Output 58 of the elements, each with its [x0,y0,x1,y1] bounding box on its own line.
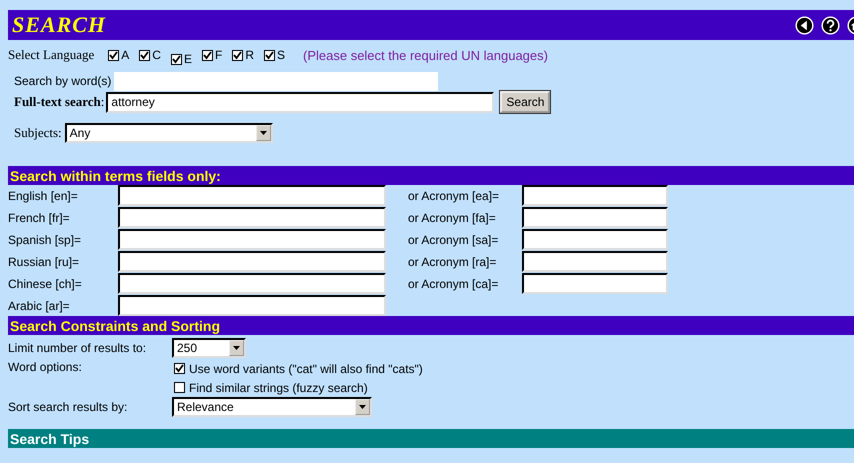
language-term-label: Spanish [sp]= [8,232,82,246]
full-text-field[interactable]: attorney [106,92,494,112]
subjects-label: Subjects: [14,125,62,141]
language-option-label: A [121,48,130,62]
checkbox[interactable] [108,50,120,60]
acronym-label: or Acronym [ea]= [408,188,500,202]
checkbox[interactable] [264,50,275,60]
language-option-label: C [152,48,161,62]
select-language-label: Select Language [8,47,94,63]
term-field[interactable] [118,229,386,250]
acronym-field[interactable] [522,207,668,228]
words-field[interactable] [114,72,438,90]
acronym-field[interactable] [522,273,668,294]
language-hint: (Please select the required UN languages) [303,48,548,62]
acronym-field[interactable] [522,229,668,250]
checkbox[interactable] [170,54,182,64]
checkbox[interactable] [174,382,185,393]
subjects-select[interactable]: Any [64,123,273,143]
page-title: SEARCH [12,12,106,38]
acronym-label: or Acronym [ca]= [408,276,500,290]
checkbox[interactable] [139,50,150,60]
language-option-label: F [214,48,222,62]
checkbox[interactable] [232,50,244,60]
limit-select[interactable]: 250 [172,338,246,358]
limit-label: Limit number of results to: [8,341,148,355]
word-options-label: Word options: [8,359,83,376]
sort-select[interactable]: Relevance [172,397,372,417]
section-header: Search Tips [8,429,854,448]
section-header: Search within terms fields only: [8,166,854,185]
acronym-label: or Acronym [fa]= [408,210,497,224]
search-by-words-label: Search by word(s) [14,74,112,88]
checkbox[interactable] [202,50,213,60]
search-button[interactable]: Search [500,91,550,113]
language-option-label: R [245,48,254,62]
language-term-label: Russian [ru]= [8,254,80,268]
term-field[interactable] [118,295,386,316]
acronym-label: or Acronym [ra]= [408,254,498,268]
language-term-label: Arabic [ar]= [8,298,71,312]
full-text-label: Full-text search: [14,94,104,110]
language-option-label: S [276,48,285,62]
sort-label: Sort search results by: [8,400,128,414]
term-field[interactable] [118,251,386,272]
word-option-label: Find similar strings (fuzzy search) [189,380,368,394]
term-field[interactable] [118,273,386,294]
help-icon[interactable] [821,16,840,34]
acronym-field[interactable] [522,185,668,206]
acronym-label: or Acronym [sa]= [408,232,500,246]
language-term-label: French [fr]= [8,210,71,224]
language-term-label: Chinese [ch]= [8,276,83,290]
term-field[interactable] [118,185,386,206]
language-term-label: English [en]= [8,188,79,202]
back-icon[interactable] [795,16,814,34]
term-field[interactable] [118,207,386,228]
word-option-label: Use word variants ("cat" will also find "cats") [189,362,423,376]
section-header: Search Constraints and Sorting [8,316,854,335]
language-option-label: E [184,52,192,66]
acronym-field[interactable] [522,251,668,272]
checkbox[interactable] [174,363,185,374]
